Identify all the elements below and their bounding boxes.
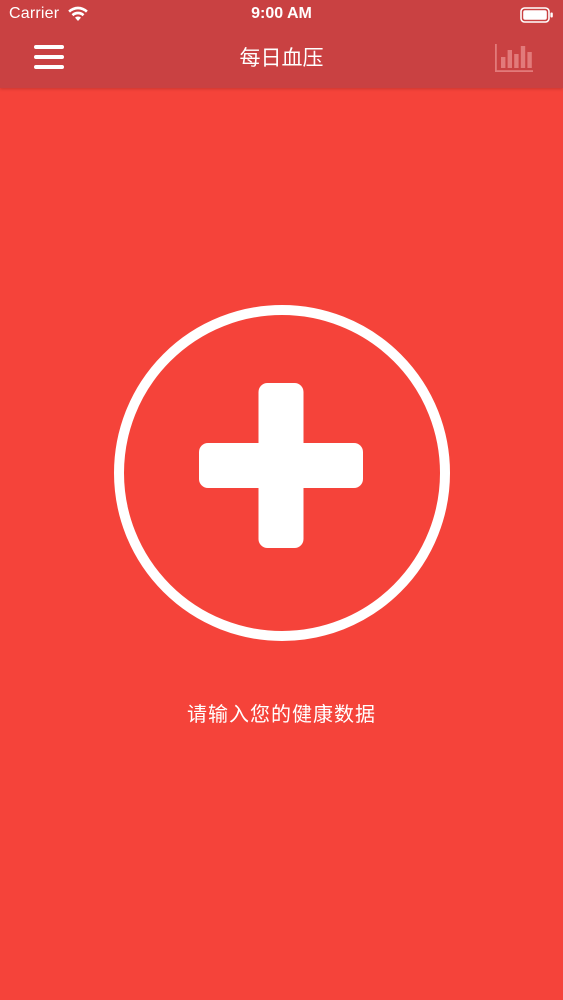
plus-circle-icon <box>199 383 363 548</box>
top-bar: Carrier 9:00 AM 每日血压 <box>0 0 563 88</box>
status-time: 9:00 AM <box>251 5 312 22</box>
page-title: 每日血压 <box>239 46 324 70</box>
battery-icon <box>520 7 553 23</box>
navigation-bar: 每日血压 <box>0 30 563 88</box>
bar-chart-icon[interactable] <box>490 40 536 76</box>
status-bar: Carrier 9:00 AM <box>0 0 563 30</box>
app-screen: Carrier 9:00 AM 每日血压 请输入您的健康数据 <box>0 0 563 1000</box>
add-record-button[interactable] <box>113 304 451 642</box>
empty-state-prompt: 请输入您的健康数据 <box>187 702 376 726</box>
